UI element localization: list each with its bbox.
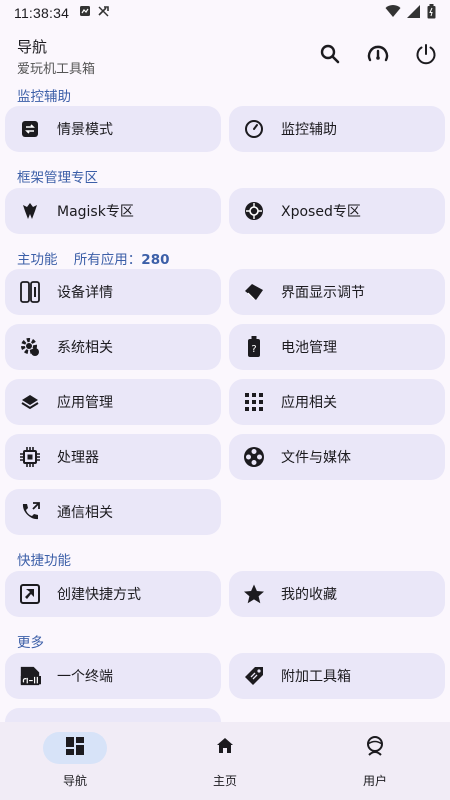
search-icon	[319, 43, 341, 69]
status-time: 11:38:34	[14, 5, 70, 21]
shortcut-icon	[19, 583, 41, 605]
card-label: 监控辅助	[281, 122, 337, 138]
card-favorites[interactable]: 我的收藏	[229, 571, 445, 617]
monitor-button[interactable]	[364, 42, 392, 70]
notification-icon	[79, 5, 91, 21]
card-label: 系统相关	[57, 340, 113, 356]
apps-count: 280	[141, 252, 170, 268]
film-reel-icon	[243, 446, 265, 468]
card-label: 创建快捷方式	[57, 587, 141, 603]
page-subtitle: 爱玩机工具箱	[17, 62, 96, 77]
apps-count-label: 所有应用：	[73, 252, 142, 268]
home-icon	[215, 736, 235, 760]
layers-icon	[19, 391, 41, 413]
card-label: 一个终端	[57, 669, 113, 685]
card-label: Xposed专区	[281, 204, 361, 220]
card-scene-mode[interactable]: 情景模式	[5, 106, 221, 152]
tab-label: 主页	[212, 774, 237, 788]
tab-navigation[interactable]: 导航	[0, 722, 150, 800]
display-icon	[243, 281, 265, 303]
card-label: 处理器	[57, 450, 99, 466]
tab-label: 导航	[62, 774, 87, 788]
section-title-framework: 框架管理专区	[17, 170, 98, 186]
svg-text:?: ?	[251, 344, 256, 355]
speedometer-icon	[243, 118, 265, 140]
card-create-shortcut[interactable]: 创建快捷方式	[5, 571, 221, 617]
card-xposed[interactable]: Xposed专区	[229, 188, 445, 234]
xposed-icon	[243, 200, 265, 222]
card-files-media[interactable]: 文件与媒体	[229, 434, 445, 480]
card-magisk[interactable]: Magisk专区	[5, 188, 221, 234]
phone-forward-icon	[19, 501, 41, 523]
card-label: 应用管理	[57, 395, 113, 411]
tab-user[interactable]: 用户	[300, 722, 450, 800]
dashboard-icon	[65, 736, 85, 760]
tab-home[interactable]: 主页	[150, 722, 300, 800]
main-content[interactable]: 监控辅助 情景模式 监控辅助 框架管理专区 Magisk专区 Xposed专区 …	[0, 82, 450, 722]
card-display-adjust[interactable]: 界面显示调节	[229, 269, 445, 315]
card-system[interactable]: 系统相关	[5, 324, 221, 370]
section-title-more: 更多	[17, 635, 44, 651]
section-title-functions: 主功能 所有应用：280	[17, 248, 169, 268]
device-icon	[19, 281, 41, 303]
page-title: 导航	[17, 38, 48, 56]
card-label: 界面显示调节	[281, 285, 365, 301]
card-label: 附加工具箱	[281, 669, 351, 685]
card-device-details[interactable]: 设备详情	[5, 269, 221, 315]
shell-icon	[19, 665, 41, 687]
star-icon	[243, 583, 265, 605]
card-terminal[interactable]: 一个终端	[5, 653, 221, 699]
card-label: 电池管理	[281, 340, 337, 356]
section-title-monitor: 监控辅助	[17, 89, 71, 105]
tab-label: 用户	[362, 774, 387, 788]
battery-manage-icon: ?	[243, 336, 265, 358]
card-partial[interactable]	[5, 708, 221, 722]
search-button[interactable]	[316, 42, 344, 70]
signal-icon	[407, 4, 421, 22]
wifi-icon	[385, 4, 401, 22]
card-app-manage[interactable]: 应用管理	[5, 379, 221, 425]
power-button[interactable]	[412, 42, 440, 70]
gear-icon	[19, 336, 41, 358]
bottom-navigation: 导航 主页 用户	[0, 722, 450, 800]
card-extra-toolbox[interactable]: 附加工具箱	[229, 653, 445, 699]
card-label: Magisk专区	[57, 204, 134, 220]
card-battery[interactable]: ? 电池管理	[229, 324, 445, 370]
card-comms[interactable]: 通信相关	[5, 489, 221, 535]
power-icon	[414, 42, 438, 70]
card-label: 文件与媒体	[281, 450, 351, 466]
scene-mode-icon	[19, 118, 41, 140]
card-label: 设备详情	[57, 285, 113, 301]
card-app-related[interactable]: 应用相关	[229, 379, 445, 425]
active-indicator	[43, 732, 107, 764]
magisk-icon	[19, 200, 41, 222]
card-monitor-assist[interactable]: 监控辅助	[229, 106, 445, 152]
tag-icon	[243, 665, 265, 687]
card-label: 我的收藏	[281, 587, 337, 603]
gauge-icon	[366, 42, 390, 70]
user-icon	[364, 735, 386, 761]
card-label: 通信相关	[57, 505, 113, 521]
card-label: 应用相关	[281, 395, 337, 411]
functions-title: 主功能	[17, 252, 58, 268]
chip-icon	[19, 446, 41, 468]
card-label: 情景模式	[57, 122, 113, 138]
section-title-shortcuts: 快捷功能	[17, 553, 71, 569]
card-processor[interactable]: 处理器	[5, 434, 221, 480]
status-bar: 11:38:34	[0, 0, 450, 26]
apps-grid-icon	[243, 391, 265, 413]
battery-icon	[427, 3, 436, 23]
app-header: 导航 爱玩机工具箱	[0, 30, 450, 82]
no-sync-icon	[97, 5, 110, 22]
